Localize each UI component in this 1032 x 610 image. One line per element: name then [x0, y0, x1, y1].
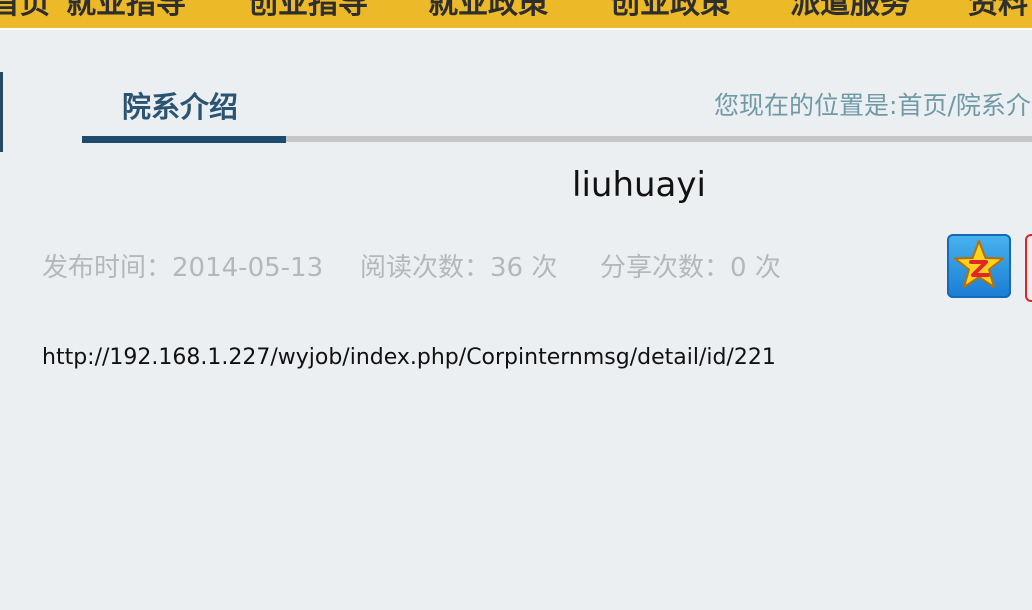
share-count-unit: 次	[746, 253, 781, 283]
qq-zone-share-icon[interactable]	[947, 234, 1011, 298]
read-count-value: 36	[490, 253, 524, 283]
nav-item-dispatch-service[interactable]: 派遣服务	[790, 0, 910, 22]
weibo-share-icon[interactable]	[1025, 234, 1032, 302]
section-divider-accent	[82, 136, 286, 143]
nav-item-startup-guide[interactable]: 创业指导	[248, 0, 368, 22]
top-nav-bar: 导航首页 就业指导 创业指导 就业政策 创业政策 派遣服务 资料下载	[0, 0, 1032, 30]
publish-time-value: 2014-05-13	[172, 253, 324, 283]
nav-item-home[interactable]: 导航首页	[0, 0, 50, 22]
article-body-url: http://192.168.1.227/wyjob/index.php/Cor…	[42, 345, 776, 370]
breadcrumb-current-link[interactable]: 院系介绍	[956, 91, 1032, 120]
nav-item-employment-policy[interactable]: 就业政策	[428, 0, 548, 22]
read-count-unit: 次	[523, 253, 558, 283]
section-title: 院系介绍	[122, 90, 239, 124]
share-count: 分享次数：0 次	[600, 247, 781, 284]
publish-time: 发布时间：2014-05-13	[42, 247, 323, 284]
read-count-label: 阅读次数：	[360, 253, 491, 283]
left-border-line	[0, 72, 3, 152]
nav-item-downloads[interactable]: 资料下载	[968, 0, 1032, 22]
share-count-label: 分享次数：	[600, 253, 731, 283]
share-count-value: 0	[730, 253, 747, 283]
article-title: liuhuayi	[572, 165, 706, 205]
breadcrumb: 您现在的位置是:首页/院系介绍	[714, 86, 1032, 122]
nav-item-startup-policy[interactable]: 创业政策	[610, 0, 730, 22]
breadcrumb-separator: /	[947, 91, 956, 120]
publish-time-label: 发布时间：	[42, 253, 173, 283]
breadcrumb-label: 您现在的位置是:	[714, 91, 898, 120]
breadcrumb-home-link[interactable]: 首页	[897, 91, 947, 120]
read-count: 阅读次数：36 次	[360, 247, 557, 284]
star-icon	[954, 240, 1004, 288]
nav-item-employment-guide[interactable]: 就业指导	[66, 0, 186, 22]
